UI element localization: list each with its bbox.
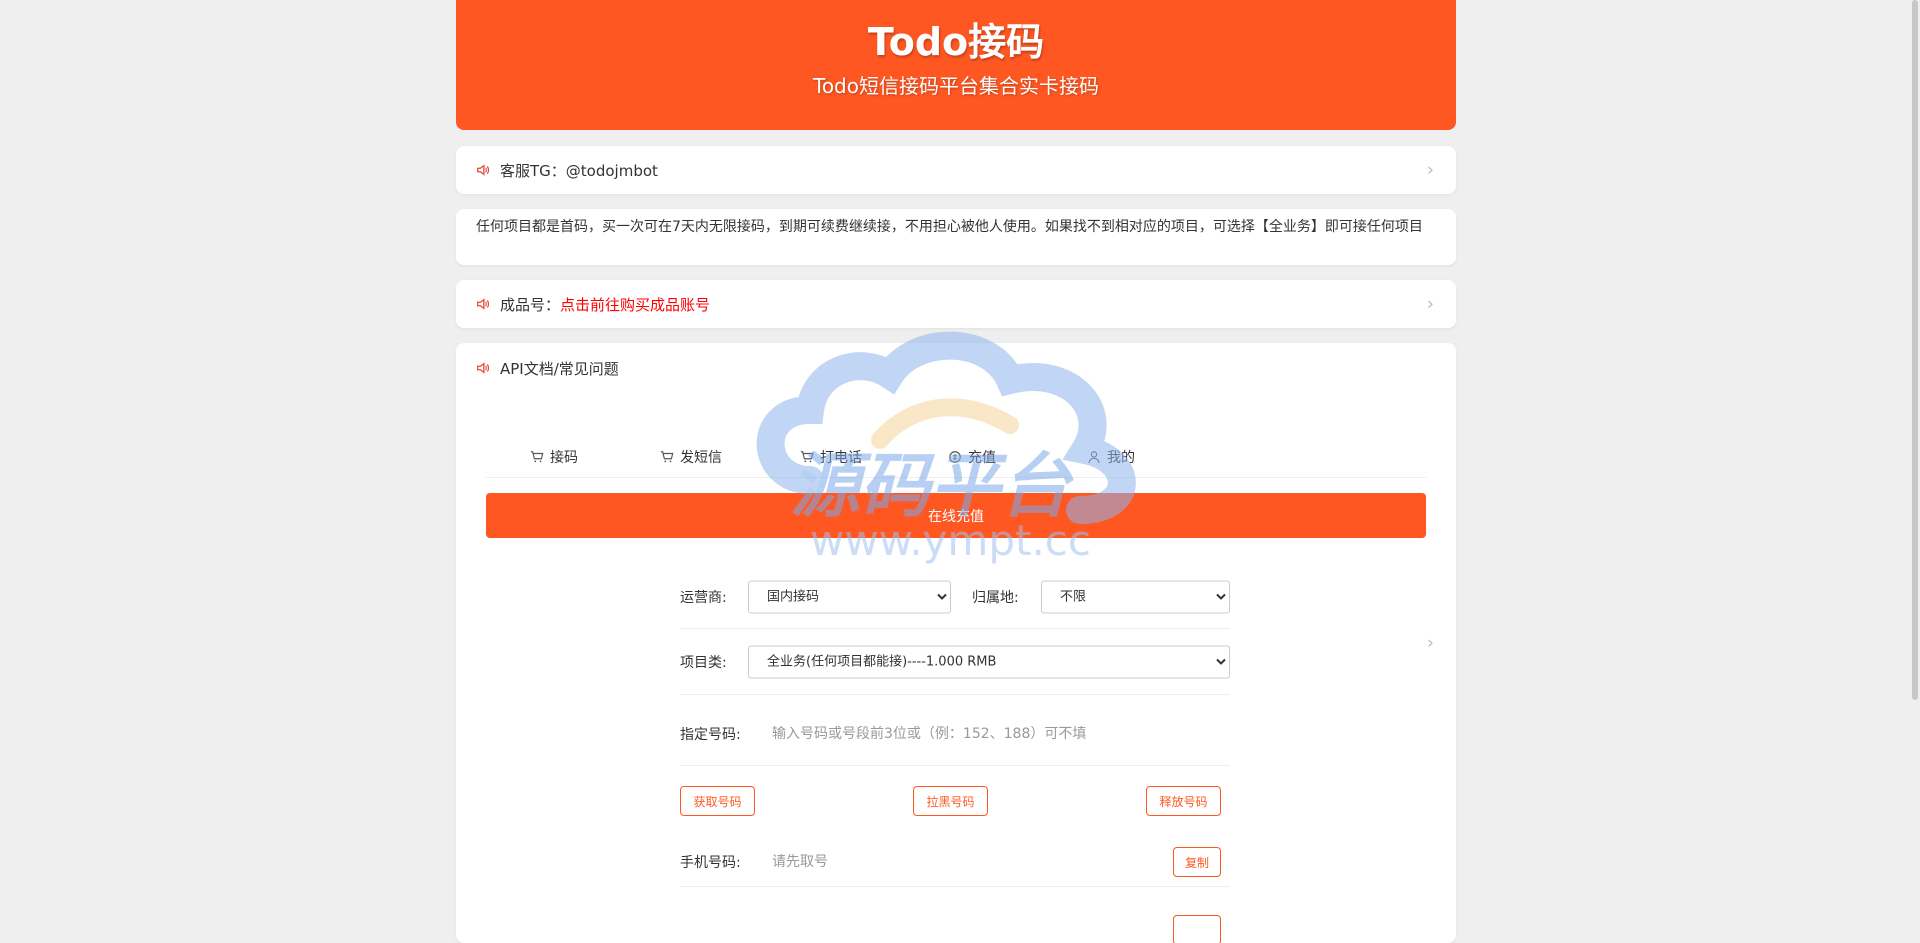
cart-icon [800, 451, 814, 463]
project-select[interactable]: 全业务(任何项目都能接)----1.000 RMB [748, 645, 1230, 678]
page-title: Todo接码 [867, 20, 1045, 64]
user-icon [1088, 451, 1100, 464]
speaker-icon [477, 362, 490, 374]
product-notice[interactable]: 成品号： 点击前往购买成品账号 › [456, 280, 1456, 328]
region-label: 归属地: [972, 589, 1019, 606]
phone-number-input[interactable] [762, 854, 1170, 870]
cart-icon [660, 451, 674, 463]
online-recharge-button[interactable]: 在线充值 [486, 493, 1426, 538]
number-label: 指定号码: [680, 727, 741, 744]
tab-receive-code[interactable]: 接码 [530, 447, 578, 467]
operator-row: 运营商: 国内接码 归属地: 不限 [680, 565, 1230, 629]
phone-label: 手机号码: [680, 855, 741, 871]
api-text: API文档/常见问题 [500, 359, 619, 378]
project-label: 项目类: [680, 654, 727, 671]
next-action-button[interactable] [1173, 915, 1221, 943]
support-text: 客服TG：@todojmbot [500, 161, 658, 180]
tab-send-sms[interactable]: 发短信 [660, 447, 722, 467]
support-notice[interactable]: 客服TG：@todojmbot › [456, 146, 1456, 194]
coin-icon [949, 451, 961, 463]
speaker-icon [477, 164, 490, 176]
description-notice: 任何项目都是首码，买一次可在7天内无限接码，到期可续费继续接，不用担心被他人使用… [456, 209, 1456, 265]
tab-recharge[interactable]: 充值 [948, 447, 996, 467]
next-row [680, 887, 1230, 943]
get-number-button[interactable]: 获取号码 [680, 786, 755, 816]
copy-button[interactable]: 复制 [1173, 847, 1221, 877]
region-select[interactable]: 不限 [1041, 580, 1230, 613]
release-number-button[interactable]: 释放号码 [1146, 786, 1221, 816]
chevron-right-icon: › [1426, 293, 1434, 315]
phone-row: 手机号码: 复制 [680, 838, 1230, 887]
description-text: 任何项目都是首码，买一次可在7天内无限接码，到期可续费继续接，不用担心被他人使用… [476, 219, 1423, 235]
action-buttons-row: 获取号码 拉黑号码 释放号码 [680, 766, 1230, 838]
page-header: Todo接码 Todo短信接码平台集合实卡接码 [456, 0, 1456, 130]
operator-select[interactable]: 国内接码 [748, 580, 951, 613]
chevron-right-icon: › [1426, 159, 1434, 181]
page-subtitle: Todo短信接码平台集合实卡接码 [813, 74, 1099, 98]
tab-call[interactable]: 打电话 [800, 447, 862, 467]
operator-label: 运营商: [680, 589, 727, 606]
api-notice[interactable]: API文档/常见问题 › [456, 343, 1456, 654]
number-row: 指定号码: [680, 695, 1230, 766]
cart-icon [530, 451, 544, 463]
tab-mine[interactable]: 我的 [1087, 447, 1135, 467]
project-row: 项目类: 全业务(任何项目都能接)----1.000 RMB [680, 629, 1230, 695]
product-label: 成品号： [500, 295, 561, 314]
page-container: Todo接码 Todo短信接码平台集合实卡接码 客服TG：@todojmbot … [456, 0, 1456, 943]
blacklist-number-button[interactable]: 拉黑号码 [913, 786, 988, 816]
page-scrollbar[interactable] [1912, 0, 1918, 700]
tab-bar: 接码 发短信 打电话 充值 我的 [486, 439, 1426, 478]
speaker-icon [477, 298, 490, 310]
chevron-right-icon: › [1426, 632, 1434, 654]
specified-number-input[interactable] [762, 726, 1230, 743]
receive-code-form: 运营商: 国内接码 归属地: 不限 项目类: 全业务(任何项目都能接)----1… [680, 565, 1230, 943]
main-panel: API文档/常见问题 › 接码 发短信 打电话 充值 我的 在线充值 运营商: … [456, 343, 1456, 943]
product-link[interactable]: 点击前往购买成品账号 [560, 294, 710, 315]
